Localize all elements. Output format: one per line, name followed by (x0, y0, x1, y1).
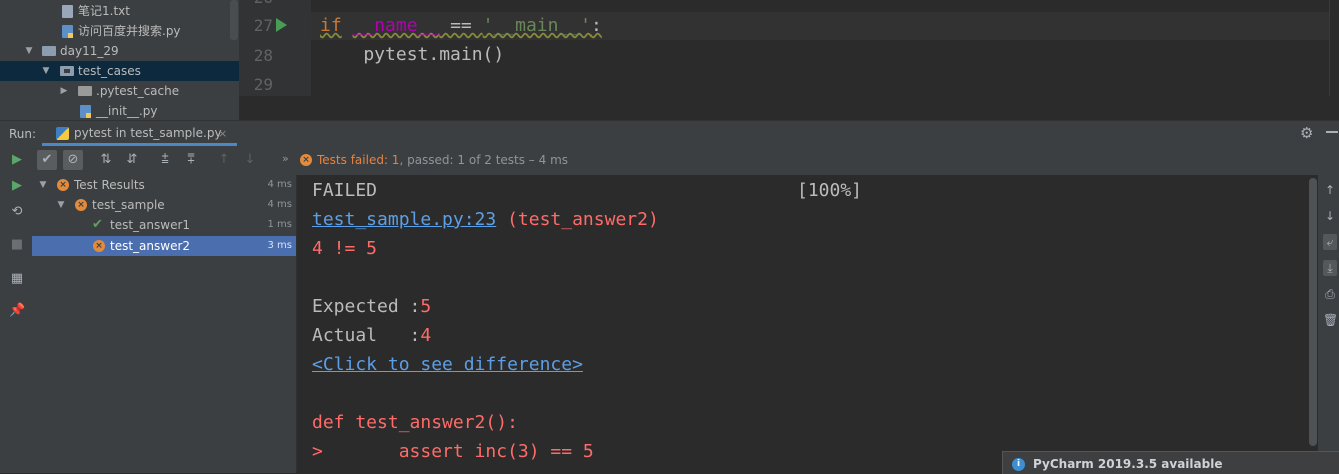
test-status-summary: Tests failed: 1, passed: 1 of 2 tests – … (317, 153, 569, 167)
test-case-test-answer2[interactable]: × test_answer2 3 ms (32, 236, 296, 256)
scroll-to-end-icon[interactable]: ⤓ (1323, 260, 1337, 276)
test-results-tree: ▼ × Test Results 4 ms ▼ × test_sample 4 … (32, 175, 297, 473)
line-number: 28 (253, 46, 273, 65)
up-stack-icon[interactable]: ↑ (1323, 182, 1337, 198)
info-icon: i (1012, 458, 1025, 471)
chevron-down-icon[interactable]: ▼ (41, 61, 51, 81)
run-label: Run: (9, 127, 37, 141)
folder-icon (78, 86, 92, 96)
console-actual-line: Actual :4 (312, 325, 432, 346)
text-file-icon (62, 5, 73, 18)
console-assert-line: > assert inc(3) == 5 (312, 441, 594, 462)
test-console-output[interactable]: FAILED [100%] test_sample.py:23 (test_an… (297, 175, 1308, 473)
test-failed-icon: × (57, 179, 69, 191)
stop-icon[interactable]: ■ (9, 237, 25, 253)
rerun-icon[interactable]: ▶ (9, 152, 25, 168)
run-line-icon[interactable] (276, 18, 287, 32)
tree-item-notes-file[interactable]: 笔记1.txt (0, 1, 239, 21)
close-icon[interactable]: × (218, 127, 227, 140)
tree-item-baidu-script[interactable]: 访问百度并搜索.py (0, 21, 239, 41)
console-failed-word: FAILED (312, 180, 378, 201)
tree-item-day11-29[interactable]: ▼ day11_29 (0, 41, 239, 61)
layout-icon[interactable]: ▦ (9, 271, 25, 287)
test-passed-icon: ✔ (92, 217, 103, 232)
test-case-test-answer1[interactable]: ✔ test_answer1 1 ms (32, 215, 296, 235)
previous-failed-icon[interactable]: ↑ (214, 150, 234, 170)
sort-alphabetically-icon[interactable]: ⇅ (96, 150, 116, 170)
run-tab-title: pytest in test_sample.py (74, 126, 222, 140)
code-line-28: pytest.main() (320, 44, 505, 65)
minimize-icon[interactable] (1326, 131, 1338, 133)
python-file-icon (62, 25, 73, 38)
run-left-toolbar: ▶ ▶ ⟲ ■ ▦ 📌 (0, 147, 33, 473)
expand-all-icon[interactable]: ⩲ (155, 150, 175, 170)
show-ignored-button[interactable]: ⊘ (63, 150, 83, 170)
see-difference-link[interactable]: <Click to see difference> (312, 354, 583, 375)
source-location-link[interactable]: test_sample.py:23 (312, 209, 496, 230)
chevron-right-icon[interactable]: ▶ (59, 81, 69, 101)
code-line-27: if __name__ == '__main__': (320, 15, 602, 36)
pytest-icon (56, 127, 69, 140)
python-file-icon (80, 105, 91, 118)
line-number: 27 (253, 16, 273, 35)
editor-gutter: 26 27 28 29 (239, 0, 311, 96)
sort-by-duration-icon[interactable]: ⇵ (122, 150, 142, 170)
update-notification-text: PyCharm 2019.3.5 available (1033, 457, 1223, 471)
tests-failed-icon: × (300, 154, 312, 166)
show-passed-button[interactable]: ✔ (37, 150, 57, 170)
down-stack-icon[interactable]: ↓ (1323, 208, 1337, 224)
pin-icon[interactable]: 📌 (9, 303, 25, 319)
tree-item-init-py[interactable]: __init__.py (0, 101, 239, 120)
toggle-auto-test-icon[interactable]: ⟲ (9, 204, 25, 220)
chevron-down-icon[interactable]: ▼ (56, 195, 66, 215)
line-number: 26 (254, 0, 273, 7)
console-location-line: test_sample.py:23 (test_answer2) (312, 209, 659, 230)
package-folder-icon (60, 66, 74, 76)
next-failed-icon[interactable]: ↓ (240, 150, 260, 170)
more-actions-icon[interactable]: » (282, 152, 289, 165)
soft-wrap-icon[interactable]: ⤶ (1323, 234, 1337, 250)
tree-item-pytest-cache[interactable]: ▶ .pytest_cache (0, 81, 239, 101)
gear-icon[interactable]: ⚙ (1300, 124, 1313, 142)
test-failed-icon: × (75, 199, 87, 211)
line-number: 29 (253, 75, 273, 94)
trash-icon[interactable]: 🗑 (1323, 312, 1338, 328)
test-suite-test-sample[interactable]: ▼ × test_sample 4 ms (32, 195, 296, 215)
console-expected-line: Expected :5 (312, 296, 432, 317)
console-assert-message: 4 != 5 (312, 238, 378, 259)
chevron-down-icon[interactable]: ▼ (38, 175, 48, 195)
tree-item-test-cases[interactable]: ▼ test_cases (0, 61, 239, 81)
folder-icon (42, 46, 56, 56)
chevron-down-icon[interactable]: ▼ (24, 41, 34, 61)
project-tree: 笔记1.txt 访问百度并搜索.py ▼ day11_29 ▼ test_cas… (0, 0, 239, 120)
test-failed-icon: × (93, 240, 105, 252)
test-results-root[interactable]: ▼ × Test Results 4 ms (32, 175, 296, 195)
print-icon[interactable]: ⎙ (1323, 286, 1337, 302)
collapse-all-icon[interactable]: ⩱ (181, 150, 201, 170)
rerun-failed-icon[interactable]: ▶ (9, 178, 25, 194)
active-tab-indicator (42, 143, 237, 146)
console-scrollbar[interactable] (1309, 178, 1317, 446)
project-tree-scrollbar[interactable] (230, 0, 238, 40)
console-def-line: def test_answer2(): (312, 412, 518, 433)
console-progress-percent: [100%] (797, 180, 863, 201)
editor-scrollbar[interactable] (1329, 0, 1339, 96)
